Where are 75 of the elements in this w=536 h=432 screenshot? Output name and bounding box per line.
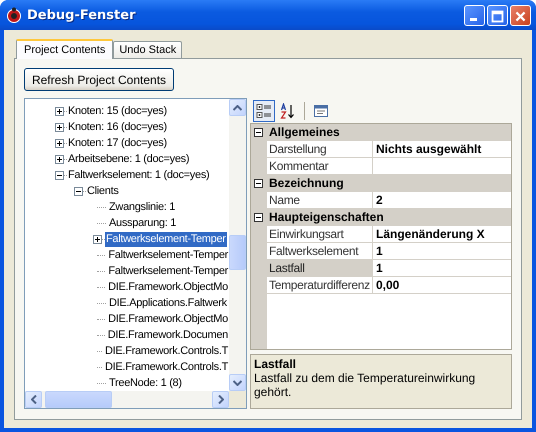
- help-text: Lastfall zu dem die Temperatureinwirkung gehört.: [254, 371, 476, 399]
- property-value[interactable]: Nichts ausgewählt: [373, 141, 511, 157]
- collapse-icon[interactable]: [254, 128, 263, 136]
- category-row[interactable]: Haupteigenschaften: [251, 209, 511, 226]
- caret-down-icon: [233, 380, 242, 386]
- caret-right-icon: [218, 395, 224, 404]
- property-value[interactable]: Längenänderung X: [373, 226, 511, 242]
- window-title: Debug-Fenster: [27, 8, 136, 22]
- caret-left-icon: [30, 395, 36, 404]
- category-label: Allgemeines: [269, 125, 340, 139]
- bug-icon: [6, 7, 22, 23]
- scroll-left-button[interactable]: [25, 391, 42, 408]
- collapse-icon[interactable]: [74, 186, 83, 196]
- property-value[interactable]: 0,00: [373, 277, 511, 293]
- property-name[interactable]: Faltwerkselement: [267, 243, 373, 259]
- tree-item[interactable]: DIE.Framework.Controls.T: [104, 344, 229, 358]
- tree-item[interactable]: DIE.Framework.Documen: [106, 328, 229, 342]
- tree-item[interactable]: DIE.Framework.ObjectMo: [107, 280, 229, 294]
- tree-item[interactable]: Knoten: 15 (doc=yes): [67, 104, 168, 118]
- collapse-icon[interactable]: [254, 212, 263, 222]
- property-name[interactable]: Temperaturdifferenz: [267, 277, 373, 293]
- expand-icon[interactable]: [55, 138, 64, 148]
- tree-item[interactable]: Aussparung: 1: [108, 216, 178, 230]
- refresh-button[interactable]: Refresh Project Contents: [24, 68, 174, 91]
- scroll-down-button[interactable]: [229, 374, 246, 391]
- scroll-thumb[interactable]: [45, 391, 112, 408]
- help-title: Lastfall: [254, 357, 298, 371]
- tree-item[interactable]: DIE.Framework.Controls.T: [104, 360, 229, 374]
- property-value[interactable]: 1: [373, 260, 511, 276]
- property-name[interactable]: Einwirkungsart: [267, 226, 373, 242]
- scroll-thumb[interactable]: [229, 235, 246, 270]
- vertical-scrollbar[interactable]: [229, 99, 246, 391]
- minimize-icon: [470, 18, 477, 20]
- tree-item[interactable]: Zwangslinie: 1: [108, 200, 176, 214]
- tree-item[interactable]: Knoten: 17 (doc=yes): [67, 136, 168, 150]
- maximize-button[interactable]: [487, 4, 508, 26]
- category-label: Bezeichnung: [269, 176, 344, 190]
- tree-item[interactable]: DIE.Applications.Faltwerk: [108, 296, 228, 310]
- minimize-button[interactable]: [464, 4, 485, 26]
- tab[interactable]: Project Contents: [16, 39, 114, 59]
- property-name[interactable]: Kommentar: [267, 158, 373, 174]
- expand-icon[interactable]: [55, 154, 64, 164]
- categorized-list-icon: [256, 102, 272, 118]
- categorized-button[interactable]: [253, 100, 275, 122]
- tree-item[interactable]: DIE.Framework.ObjectMo: [107, 312, 229, 326]
- tree-item[interactable]: Faltwerkselement: 1 (doc=yes): [67, 168, 210, 182]
- scroll-up-button[interactable]: [229, 99, 246, 116]
- tree-item[interactable]: Knoten: 16 (doc=yes): [67, 120, 168, 134]
- expand-icon[interactable]: [55, 106, 64, 116]
- tab[interactable]: Undo Stack: [113, 41, 182, 58]
- property-name[interactable]: Lastfall: [267, 260, 373, 276]
- property-value[interactable]: 2: [373, 192, 511, 208]
- caret-up-icon: [233, 104, 242, 110]
- tree-item[interactable]: Faltwerkselement-Temper: [107, 264, 229, 278]
- window-icon: [313, 102, 329, 118]
- category-row[interactable]: Allgemeines: [251, 124, 511, 141]
- property-name[interactable]: Name: [267, 192, 373, 208]
- collapse-icon[interactable]: [254, 178, 263, 188]
- tree-item[interactable]: Arbeitsebene: 1 (doc=yes): [67, 152, 190, 166]
- close-button[interactable]: [510, 4, 531, 26]
- tree-item[interactable]: TreeNode: 1 (8): [108, 376, 183, 390]
- sort-az-icon: [280, 102, 296, 118]
- scrollbar-corner: [229, 391, 246, 408]
- tree-item[interactable]: Faltwerkselement-Temper: [105, 232, 227, 246]
- property-value[interactable]: 1: [373, 243, 511, 259]
- tree-item[interactable]: Clients: [86, 184, 120, 198]
- expand-icon[interactable]: [93, 234, 102, 244]
- tree-item[interactable]: Faltwerkselement-Temper: [107, 248, 229, 262]
- category-row[interactable]: Bezeichnung: [251, 175, 511, 192]
- scroll-right-button[interactable]: [212, 391, 229, 408]
- category-label: Haupteigenschaften: [269, 210, 384, 224]
- property-name[interactable]: Darstellung: [267, 141, 373, 157]
- collapse-icon[interactable]: [55, 170, 64, 180]
- horizontal-scrollbar[interactable]: [25, 391, 246, 408]
- expand-icon[interactable]: [55, 122, 64, 132]
